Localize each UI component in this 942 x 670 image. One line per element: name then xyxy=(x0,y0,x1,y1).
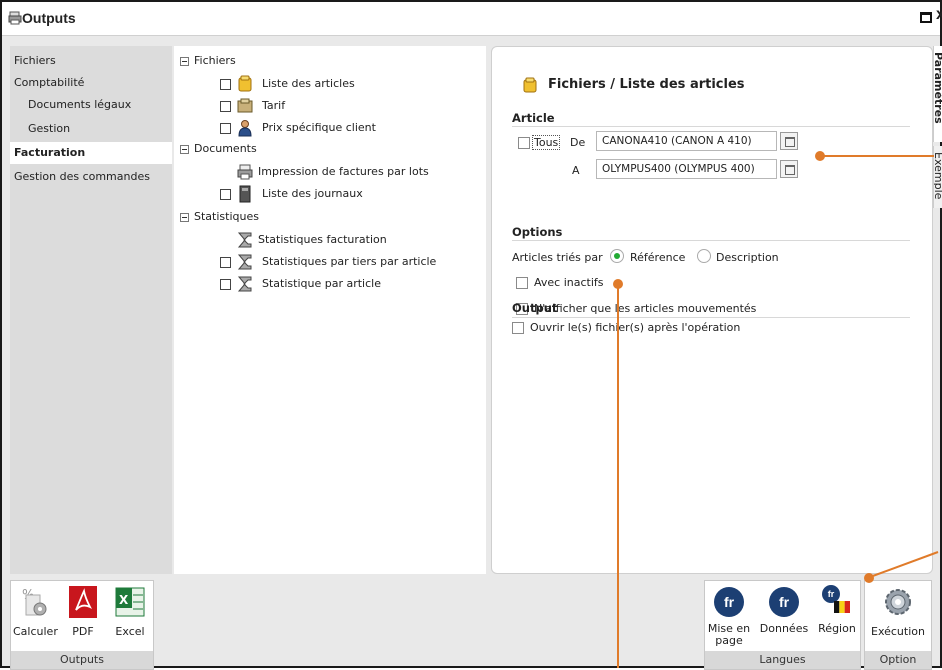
tree-item-liste-articles[interactable]: Liste des articles xyxy=(174,74,474,94)
ribbon-group-outputs: % Calculer PDF X Excel xyxy=(10,580,154,670)
browse-to-button[interactable] xyxy=(780,160,798,178)
report-tree: Fichiers Liste des articles Tarif Prix s… xyxy=(174,46,486,574)
sort-reference-radio[interactable] xyxy=(610,249,624,263)
close-button[interactable]: x xyxy=(936,6,942,24)
collapse-icon[interactable] xyxy=(180,56,189,66)
tree-group-fichiers[interactable]: Fichiers xyxy=(180,52,236,70)
region-button[interactable]: fr Région xyxy=(815,585,859,635)
tree-group-statistiques[interactable]: Statistiques xyxy=(180,208,259,226)
parameters-panel: Fichiers / Liste des articles Article To… xyxy=(491,46,933,574)
tree-item-prix-specifique[interactable]: Prix spécifique client xyxy=(174,118,474,138)
sort-label: Articles triés par xyxy=(512,251,603,264)
sort-description-label[interactable]: Description xyxy=(716,251,779,264)
section-divider xyxy=(512,240,910,241)
gear-icon xyxy=(885,589,911,615)
printer-icon xyxy=(8,11,22,25)
sort-description-radio[interactable] xyxy=(697,249,711,263)
tous-checkbox[interactable] xyxy=(518,137,530,149)
printer-icon xyxy=(237,164,253,180)
nav-item-documents-legaux[interactable]: Documents légaux xyxy=(10,94,172,116)
language-fr-icon: fr xyxy=(714,587,744,617)
sigma-icon xyxy=(237,232,252,248)
tree-item-checkbox[interactable] xyxy=(220,279,231,290)
tree-item-statistiques-tiers-article[interactable]: Statistiques par tiers par article xyxy=(174,252,474,272)
article-to-field[interactable]: OLYMPUS400 (OLYMPUS 400) xyxy=(596,159,777,179)
tree-item-statistiques-facturation[interactable]: Statistiques facturation xyxy=(174,230,474,250)
ribbon-caption-option: Option xyxy=(865,651,931,669)
tous-label[interactable]: Tous xyxy=(532,135,561,150)
sigma-icon xyxy=(237,276,252,292)
collapse-icon[interactable] xyxy=(180,212,189,222)
language-fr-icon: fr xyxy=(769,587,799,617)
maximize-button[interactable] xyxy=(920,12,932,23)
excel-icon: X xyxy=(115,587,145,617)
journal-book-icon xyxy=(239,185,251,203)
ribbon-group-langues: fr Mise en page fr Données fr Région Lan… xyxy=(704,580,861,670)
title-bar: Outputs x xyxy=(2,2,942,36)
ribbon-group-option: Exécution Option xyxy=(864,580,932,670)
open-files-label[interactable]: Ouvrir le(s) fichier(s) après l'opératio… xyxy=(530,321,740,334)
nav-item-facturation[interactable]: Facturation xyxy=(10,142,172,164)
calculator-gear-icon: % xyxy=(22,588,47,616)
mise-en-page-button[interactable]: fr Mise en page xyxy=(707,585,751,647)
section-divider xyxy=(512,317,910,318)
belgium-flag-icon xyxy=(834,601,850,613)
calculer-button[interactable]: % Calculer xyxy=(13,585,58,638)
excel-button[interactable]: X Excel xyxy=(109,585,151,638)
browse-from-button[interactable] xyxy=(780,132,798,150)
tree-item-liste-journaux[interactable]: Liste des journaux xyxy=(174,184,474,204)
collapse-icon[interactable] xyxy=(180,144,189,154)
parameters-title: Fichiers / Liste des articles xyxy=(548,77,745,92)
tree-item-tarif[interactable]: Tarif xyxy=(174,96,474,116)
tree-item-impression-factures[interactable]: Impression de factures par lots xyxy=(174,162,474,182)
article-box-icon xyxy=(238,75,252,92)
inactive-checkbox[interactable] xyxy=(516,277,528,289)
section-output: Output xyxy=(512,301,558,315)
inactive-label[interactable]: Avec inactifs xyxy=(534,276,604,289)
outputs-window: Outputs x Fichiers Comptabilité Document… xyxy=(0,0,942,670)
callout-line-execution xyxy=(869,551,939,578)
tree-item-statistique-article[interactable]: Statistique par article xyxy=(174,274,474,294)
tab-parametres[interactable]: Paramètres xyxy=(933,46,942,142)
tree-item-checkbox[interactable] xyxy=(220,189,231,200)
section-divider xyxy=(512,126,910,127)
de-label: De xyxy=(570,136,586,149)
nav-item-comptabilite[interactable]: Comptabilité xyxy=(10,72,172,94)
client-person-icon xyxy=(238,120,252,137)
tree-item-checkbox[interactable] xyxy=(220,257,231,268)
nav-item-gestion[interactable]: Gestion xyxy=(10,118,172,140)
section-options: Options xyxy=(512,225,563,239)
open-files-checkbox[interactable] xyxy=(512,322,524,334)
tree-item-checkbox[interactable] xyxy=(220,123,231,134)
pdf-button[interactable]: PDF xyxy=(63,585,103,638)
moved-only-label[interactable]: N'afficher que les articles mouvementés xyxy=(534,302,756,315)
article-box-icon xyxy=(523,77,537,93)
window-title: Outputs xyxy=(22,10,76,26)
a-label: A xyxy=(572,164,580,177)
nav-item-gestion-commandes[interactable]: Gestion des commandes xyxy=(10,166,172,188)
sort-reference-label[interactable]: Référence xyxy=(630,251,685,264)
ribbon-caption-outputs: Outputs xyxy=(11,651,153,669)
article-from-field[interactable]: CANONA410 (CANON A 410) xyxy=(596,131,777,151)
callout-line-parameters xyxy=(824,155,934,157)
pdf-icon xyxy=(69,586,97,618)
svg-text:X: X xyxy=(119,593,129,607)
section-article: Article xyxy=(512,111,555,125)
region-flag-icon: fr xyxy=(820,585,854,619)
left-navigation: Fichiers Comptabilité Documents légaux G… xyxy=(10,46,172,574)
ribbon-caption-langues: Langues xyxy=(705,651,860,669)
tree-item-checkbox[interactable] xyxy=(220,101,231,112)
tree-item-checkbox[interactable] xyxy=(220,79,231,90)
donnees-button[interactable]: fr Données xyxy=(759,585,809,635)
nav-item-fichiers[interactable]: Fichiers xyxy=(10,50,172,72)
price-tag-icon xyxy=(237,98,253,113)
sigma-icon xyxy=(237,254,252,270)
tab-exemple[interactable]: Exemple xyxy=(933,146,942,208)
callout-line-options xyxy=(617,288,619,668)
execution-button[interactable]: Exécution xyxy=(867,585,929,638)
tree-group-documents[interactable]: Documents xyxy=(180,140,257,158)
